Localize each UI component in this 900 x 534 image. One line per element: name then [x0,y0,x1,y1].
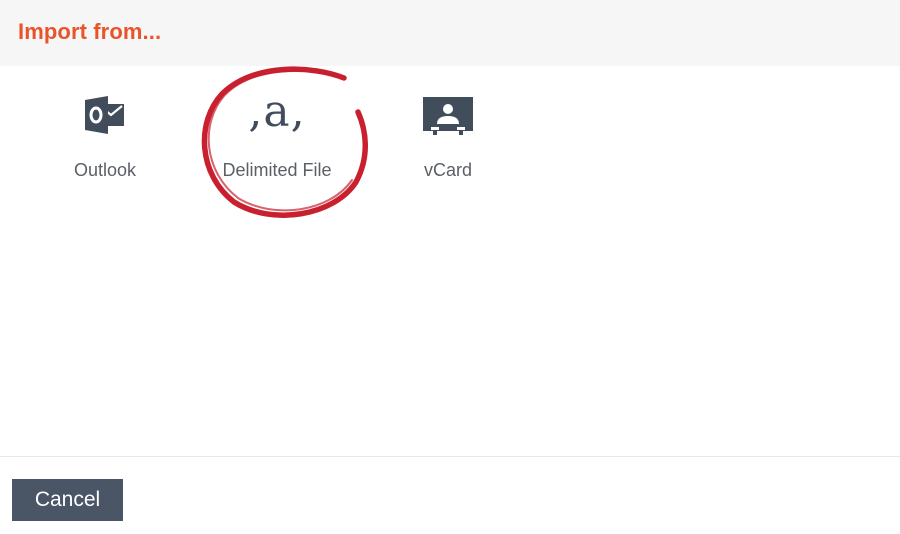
import-option-delimited-file[interactable]: ,a, Delimited File [197,90,357,206]
import-option-outlook[interactable]: Outlook [25,96,185,206]
import-options: Outlook ,a, Delimited File vCard [0,66,900,196]
delimited-file-label: Delimited File [222,160,332,180]
cancel-button[interactable]: Cancel [12,479,123,521]
vcard-label: vCard [423,160,472,180]
outlook-icon [84,96,126,139]
dialog-title: Import from... [18,19,162,44]
outlook-label: Outlook [73,160,137,180]
import-option-vcard[interactable]: vCard [368,96,528,206]
dialog-header: Import from... [0,0,900,66]
delimited-file-icon: ,a, [248,86,306,137]
footer-divider [0,456,900,457]
import-dialog: Import from... Outlook ,a, Delimited Fil… [0,0,900,534]
vcard-icon [422,96,474,141]
